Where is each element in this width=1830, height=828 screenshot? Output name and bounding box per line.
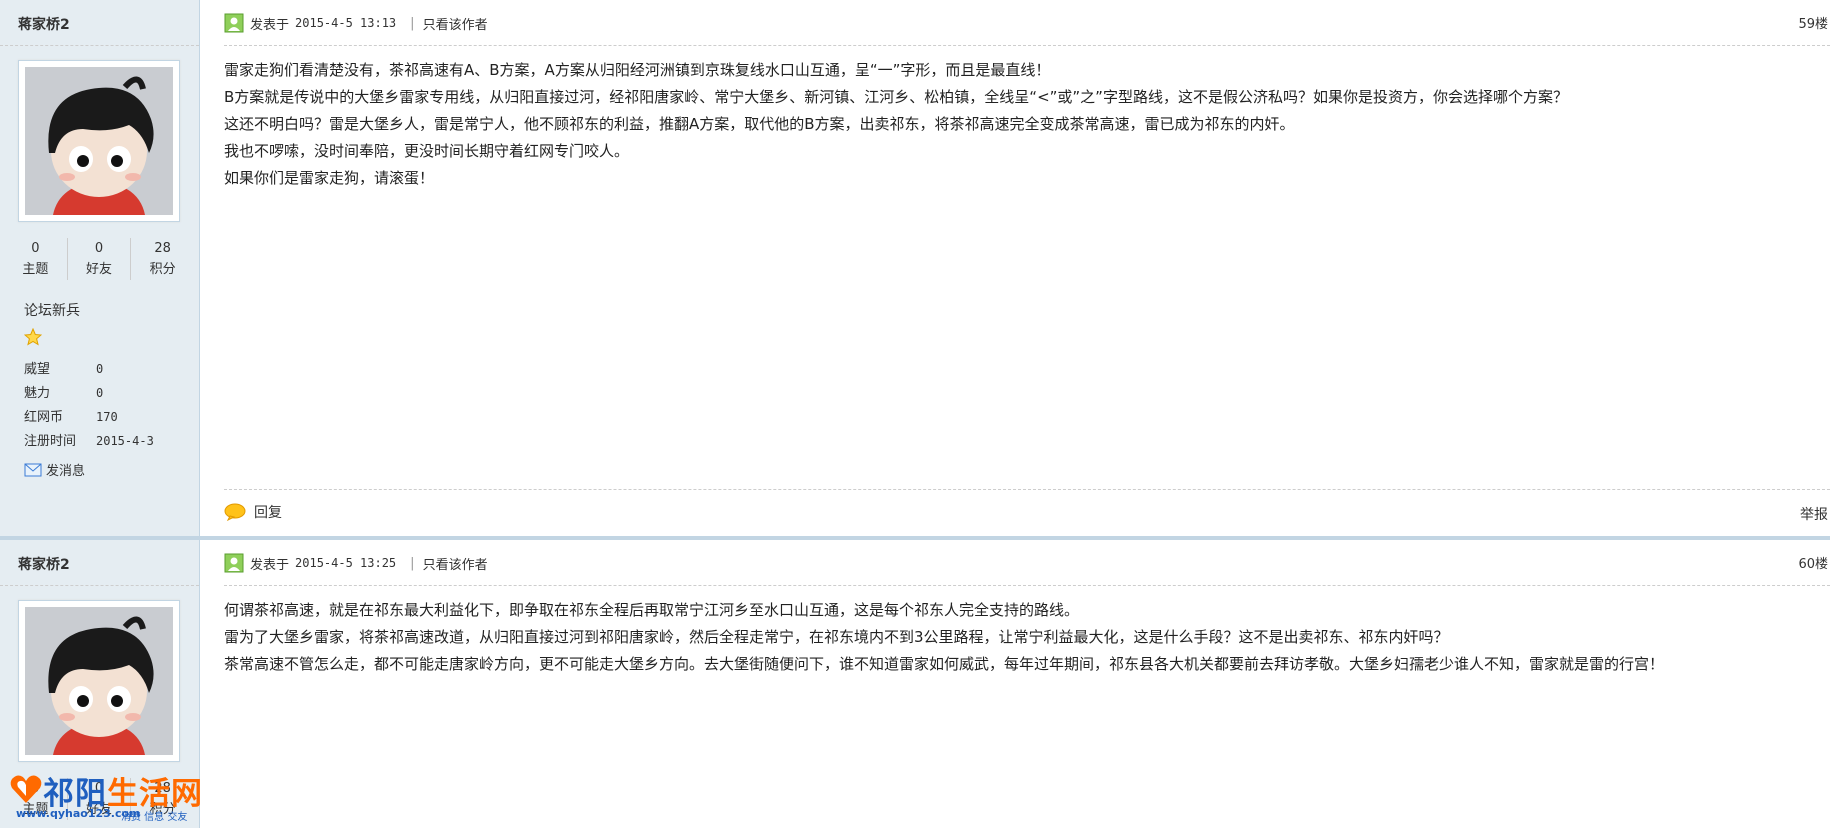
post-content: 雷家走狗们看清楚没有，茶祁高速有A、B方案，A方案从归阳经河洲镇到京珠复线水口山… bbox=[224, 57, 1830, 192]
stat-label: 主题 bbox=[22, 262, 49, 277]
online-status-icon bbox=[224, 13, 244, 33]
content-paragraph: 雷为了大堡乡雷家，将茶祁高速改道，从归阳直接过河到祁阳唐家岭，然后全程走常宁，在… bbox=[224, 628, 1449, 646]
field-prestige: 威望 0 bbox=[24, 358, 103, 377]
stat-value: 0 bbox=[31, 241, 40, 256]
content-paragraph: B方案就是传说中的大堡乡雷家专用线，从归阳直接过河，经祁阳唐家岭、常宁大堡乡、新… bbox=[224, 88, 1568, 106]
divider bbox=[0, 45, 199, 46]
pipe-divider: | bbox=[410, 15, 415, 31]
post-content: 何谓茶祁高速，就是在祁东最大利益化下，即争取在祁东全程后再取常宁江河乡至水口山互… bbox=[224, 597, 1830, 678]
stat-label: 积分 bbox=[149, 262, 176, 277]
field-key: 红网币 bbox=[24, 410, 64, 425]
divider bbox=[224, 45, 1830, 46]
content-paragraph: 我也不啰嗦，没时间奉陪，更没时间长期守着红网专门咬人。 bbox=[224, 142, 630, 160]
post-main: 发表于 2015-4-5 13:13 | 只看该作者 59楼 雷家走狗们看清楚没… bbox=[200, 0, 1830, 540]
send-message-link[interactable]: 发消息 bbox=[24, 460, 85, 479]
stat-value: 0 bbox=[94, 241, 104, 256]
logo-tags: 消费 信息 交友 bbox=[121, 812, 188, 823]
content-paragraph: 这还不明白吗？雷是大堡乡人，雷是常宁人，他不顾祁东的利益，推翻A方案，取代他的B… bbox=[224, 115, 1295, 133]
send-message-label: 发消息 bbox=[46, 464, 86, 479]
speech-bubble-icon bbox=[224, 503, 246, 521]
only-author-link[interactable]: 只看该作者 bbox=[423, 14, 488, 33]
content-paragraph: 如果你们是雷家走狗，请滚蛋！ bbox=[224, 169, 435, 187]
report-link[interactable]: 举报 bbox=[1800, 504, 1828, 524]
divider bbox=[0, 585, 199, 586]
stat-value: 28 bbox=[154, 241, 171, 256]
star-icon bbox=[23, 327, 43, 350]
author-sidebar: 蒋家桥2 0 主题 0 好友 bbox=[0, 0, 200, 540]
field-value: 170 bbox=[96, 410, 118, 424]
user-stats: 0 主题 0 好友 28 积分 bbox=[4, 238, 194, 280]
author-name-link[interactable]: 蒋家桥2 bbox=[18, 14, 70, 34]
post-main: 发表于 2015-4-5 13:25 | 只看该作者 60楼 何谓茶祁高速，就是… bbox=[200, 540, 1830, 828]
field-key: 魅力 bbox=[24, 386, 51, 401]
field-value: 0 bbox=[96, 386, 104, 400]
heart-logo-icon bbox=[10, 775, 42, 803]
field-key: 威望 bbox=[24, 362, 51, 377]
post-header: 发表于 2015-4-5 13:13 | 只看该作者 bbox=[224, 13, 488, 33]
stat-points[interactable]: 28 积分 bbox=[130, 238, 194, 280]
content-paragraph: 茶常高速不管怎么走，都不可能走唐家岭方向，更不可能走大堡乡方向。去大堡街随便问下… bbox=[224, 655, 1665, 673]
divider bbox=[224, 585, 1830, 586]
field-charm: 魅力 0 bbox=[24, 382, 103, 401]
online-status-icon bbox=[224, 553, 244, 573]
reply-label: 回复 bbox=[254, 505, 282, 521]
pipe-divider: | bbox=[410, 555, 415, 571]
site-watermark-logo: 祁阳生活网 www.qyhao123.com 消费 信息 交友 bbox=[8, 768, 203, 824]
stat-topics[interactable]: 0 主题 bbox=[4, 238, 67, 280]
field-value: 0 bbox=[96, 362, 104, 376]
stat-friends[interactable]: 0 好友 bbox=[66, 238, 131, 280]
divider bbox=[224, 489, 1830, 490]
content-paragraph: 雷家走狗们看清楚没有，茶祁高速有A、B方案，A方案从归阳经河洲镇到京珠复线水口山… bbox=[224, 61, 1051, 79]
post-time: 2015-4-5 13:25 bbox=[295, 556, 397, 570]
post-59: 蒋家桥2 0 主题 0 好友 28 积分 论坛新兵 威望 0 魅力 0 红网币 … bbox=[0, 0, 1830, 540]
field-coins: 红网币 170 bbox=[24, 406, 118, 425]
content-paragraph: 何谓茶祁高速，就是在祁东最大利益化下，即争取在祁东全程后再取常宁江河乡至水口山互… bbox=[224, 601, 1080, 619]
posted-label: 发表于 bbox=[250, 557, 290, 573]
posted-label: 发表于 bbox=[250, 17, 290, 33]
field-value: 2015-4-3 bbox=[96, 434, 154, 448]
floor-number[interactable]: 59楼 bbox=[1798, 13, 1828, 32]
post-header: 发表于 2015-4-5 13:25 | 只看该作者 bbox=[224, 553, 488, 573]
stat-label: 好友 bbox=[86, 262, 113, 277]
author-name-link[interactable]: 蒋家桥2 bbox=[18, 554, 70, 574]
user-rank[interactable]: 论坛新兵 bbox=[24, 300, 80, 320]
floor-number[interactable]: 60楼 bbox=[1798, 553, 1828, 572]
only-author-link[interactable]: 只看该作者 bbox=[423, 554, 488, 573]
avatar-icon bbox=[25, 67, 173, 215]
avatar[interactable] bbox=[18, 60, 180, 222]
field-register-date: 注册时间 2015-4-3 bbox=[24, 430, 154, 449]
post-60: 蒋家桥2 0 主题 0 好友 bbox=[0, 540, 1830, 828]
avatar[interactable] bbox=[18, 600, 180, 762]
avatar-icon bbox=[25, 607, 173, 755]
post-time: 2015-4-5 13:13 bbox=[295, 16, 397, 30]
field-key: 注册时间 bbox=[24, 434, 77, 449]
reply-button[interactable]: 回复 bbox=[224, 502, 282, 522]
envelope-icon bbox=[24, 463, 42, 476]
